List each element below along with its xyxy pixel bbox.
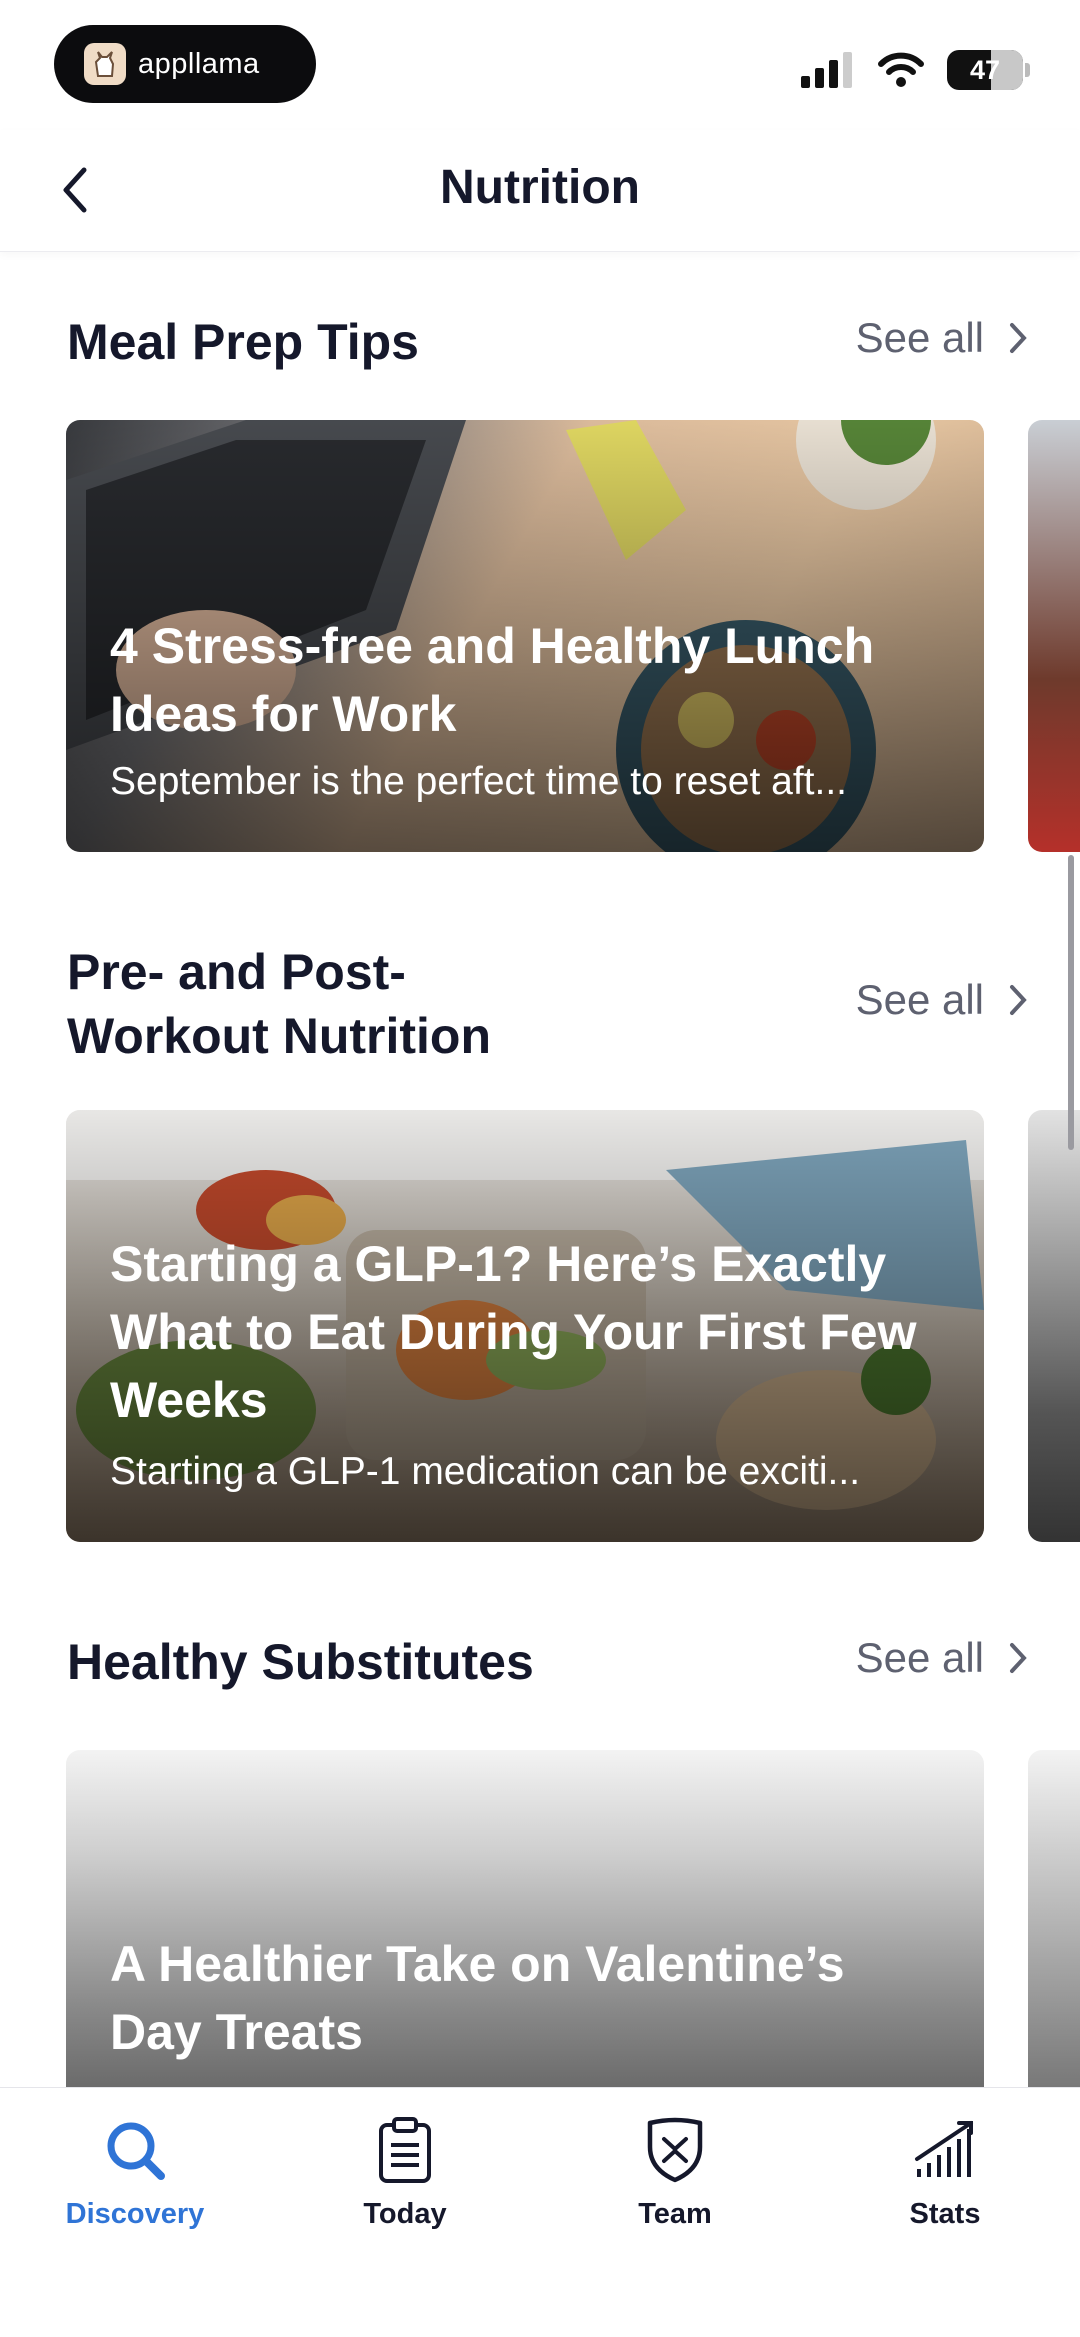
see-all-label: See all — [855, 1634, 984, 1681]
tab-label: Discovery — [65, 2198, 205, 2230]
nav-header: Nutrition — [0, 130, 1080, 252]
battery-level: 47 — [969, 54, 1001, 85]
tab-label: Stats — [909, 2198, 981, 2230]
battery-icon: 47 — [947, 50, 1023, 90]
article-card[interactable]: Starting a GLP-1? Here’s Exactly What to… — [66, 1110, 984, 1542]
article-title: 4 Stress-free and Healthy Lunch Ideas fo… — [110, 618, 875, 742]
tab-label: Today — [363, 2198, 447, 2230]
section-title: Pre- and Post-Workout Nutrition — [67, 944, 491, 1064]
app-name: appllama — [138, 47, 260, 80]
article-subtitle: Starting a GLP-1 medication can be excit… — [110, 1450, 861, 1493]
next-card-peek[interactable] — [1028, 1110, 1080, 1542]
tab-label: Team — [638, 2198, 712, 2230]
status-bar: appllama 47 — [0, 0, 1080, 130]
app-badge: appllama — [54, 25, 316, 103]
page-title: Nutrition — [440, 161, 640, 214]
see-all-button[interactable]: See all — [856, 976, 1028, 1024]
article-title: A Healthier Take on Valentine’s Day Trea… — [110, 1936, 845, 2060]
see-all-label: See all — [855, 976, 984, 1023]
see-all-label: See all — [855, 314, 984, 361]
see-all-button[interactable]: See all — [856, 1634, 1028, 1682]
clipboard-icon — [379, 2117, 431, 2183]
article-subtitle: September is the perfect time to reset a… — [110, 760, 848, 803]
tab-discovery[interactable]: Discovery — [15, 2114, 255, 2231]
tab-stats[interactable]: Stats — [825, 2114, 1065, 2231]
section-title: Healthy Substitutes — [67, 1634, 534, 1690]
section-title: Meal Prep Tips — [67, 314, 419, 370]
signal-icon — [801, 52, 852, 88]
next-card-peek[interactable] — [1028, 1750, 1080, 2090]
llama-logo-icon — [84, 43, 126, 85]
next-card-peek[interactable] — [1028, 420, 1080, 852]
bar-chart-icon — [915, 2121, 973, 2177]
chevron-right-icon — [1010, 323, 1027, 353]
search-icon — [107, 2122, 165, 2180]
chevron-right-icon — [1010, 985, 1027, 1015]
scrollbar[interactable] — [1068, 855, 1074, 1150]
article-title: Starting a GLP-1? Here’s Exactly What to… — [110, 1236, 917, 1428]
shield-icon — [647, 2117, 703, 2183]
article-card[interactable]: A Healthier Take on Valentine’s Day Trea… — [66, 1750, 984, 2090]
tab-team[interactable]: Team — [555, 2114, 795, 2231]
chevron-right-icon — [1010, 1643, 1027, 1673]
wifi-icon — [878, 52, 924, 87]
article-card[interactable]: 4 Stress-free and Healthy Lunch Ideas fo… — [66, 420, 984, 852]
see-all-button[interactable]: See all — [856, 314, 1028, 362]
tab-today[interactable]: Today — [285, 2114, 525, 2231]
tab-bar: Discovery Today Team Stats — [0, 2087, 1080, 2337]
